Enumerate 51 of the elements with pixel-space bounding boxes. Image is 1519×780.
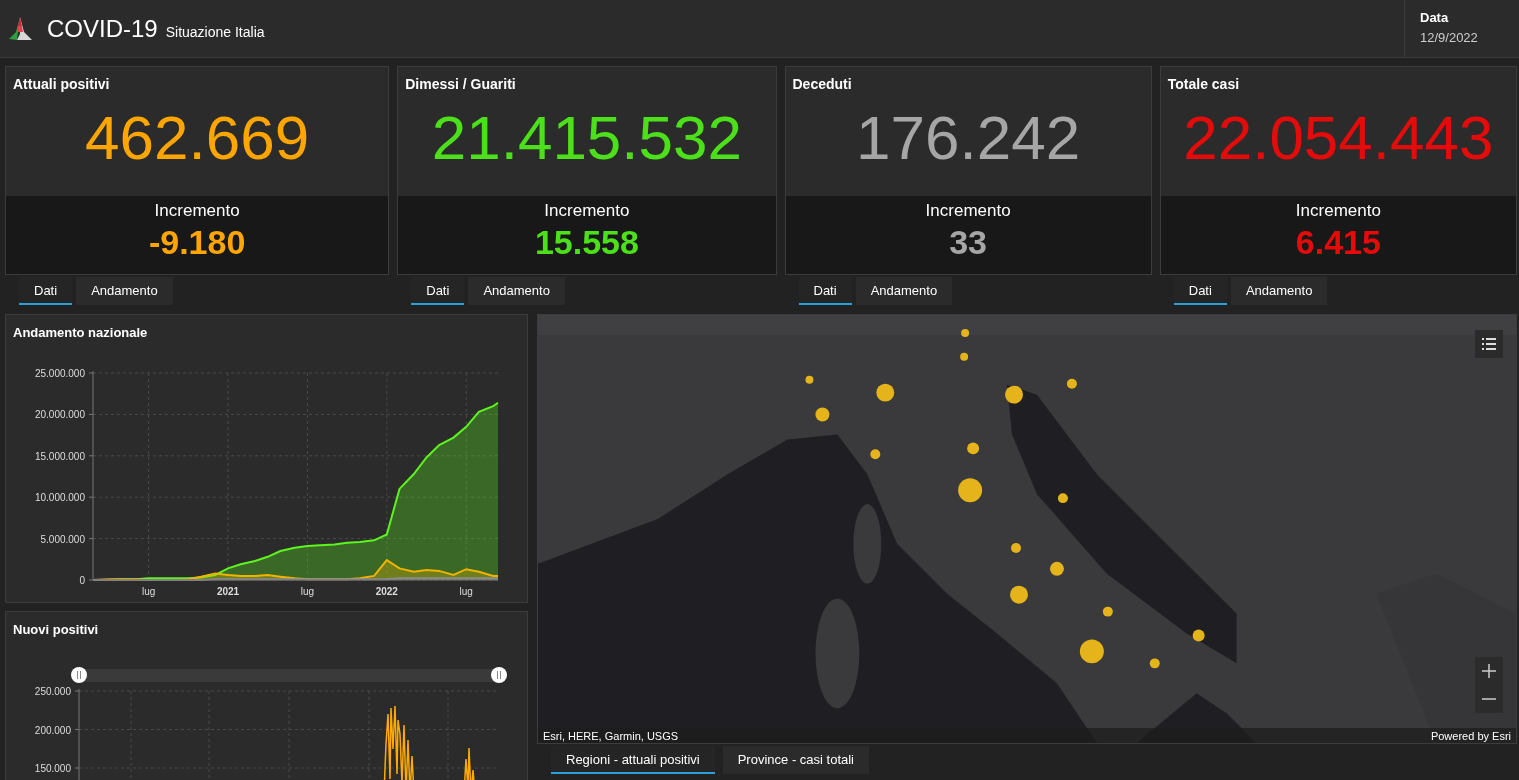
- tab[interactable]: Andamento: [468, 277, 565, 305]
- tick-label: 10.000.000: [34, 492, 85, 504]
- increment-value: 33: [949, 223, 988, 262]
- tick-label: 25.000.000: [34, 368, 85, 379]
- range-handle[interactable]: [71, 667, 87, 683]
- tab[interactable]: Andamento: [1230, 277, 1328, 305]
- plus-icon: [1481, 663, 1497, 679]
- tick-label: 20.000.000: [34, 409, 85, 421]
- date-value: 12/9/2022: [1420, 30, 1479, 45]
- increment-label: Incremento: [1295, 201, 1381, 221]
- minus-icon: [1481, 698, 1497, 700]
- card-title: Attuali positivi: [12, 75, 111, 92]
- increment-label: Incremento: [544, 201, 630, 221]
- tick-label: 200.000: [34, 724, 71, 736]
- tick-label: lug: [300, 586, 315, 597]
- panel-title: Nuovi positivi: [12, 621, 100, 637]
- tick-label: 15.000.000: [34, 450, 85, 462]
- tick-label: 0: [79, 575, 85, 586]
- tick-label: 250.000: [34, 686, 71, 697]
- date-label: Data: [1420, 10, 1450, 25]
- increment-value: 6.415: [1295, 223, 1381, 262]
- range-handle[interactable]: [491, 667, 507, 683]
- map-attribution: Esri, HERE, Garmin, USGS: [543, 729, 679, 742]
- stat-value: 176.242: [855, 102, 1082, 174]
- tick-label: 5.000.000: [40, 533, 85, 545]
- app-title: COVID-19: [47, 14, 158, 43]
- tick-label: lug: [141, 586, 156, 597]
- card-title: Totale casi: [1166, 75, 1241, 92]
- card-title: Deceduti: [791, 75, 853, 92]
- panel-title: Andamento nazionale: [12, 324, 149, 340]
- stat-value: 462.669: [84, 102, 311, 174]
- powered-by: Powered by Esri: [1430, 729, 1511, 742]
- legend-button[interactable]: [1475, 330, 1503, 358]
- tick-label: 150.000: [34, 763, 71, 774]
- tab[interactable]: Andamento: [76, 277, 173, 305]
- tick-label: 2022: [375, 586, 398, 597]
- stat-value: 21.415.532: [430, 102, 744, 174]
- zoom-out-button[interactable]: [1475, 685, 1503, 713]
- zoom-in-button[interactable]: [1475, 657, 1503, 685]
- stat-value: 22.054.443: [1182, 102, 1495, 174]
- tab[interactable]: Andamento: [855, 277, 953, 305]
- increment-label: Incremento: [925, 201, 1011, 221]
- tick-label: 2021: [216, 586, 240, 597]
- card-title: Dimessi / Guariti: [404, 75, 517, 92]
- increment-value: -9.180: [148, 223, 246, 262]
- increment-value: 15.558: [534, 223, 639, 262]
- list-icon: [1481, 336, 1497, 352]
- app-subtitle: Situazione Italia: [165, 23, 265, 40]
- tick-label: lug: [459, 586, 473, 597]
- increment-label: Incremento: [154, 201, 240, 221]
- tab[interactable]: Province - casi totali: [722, 746, 869, 774]
